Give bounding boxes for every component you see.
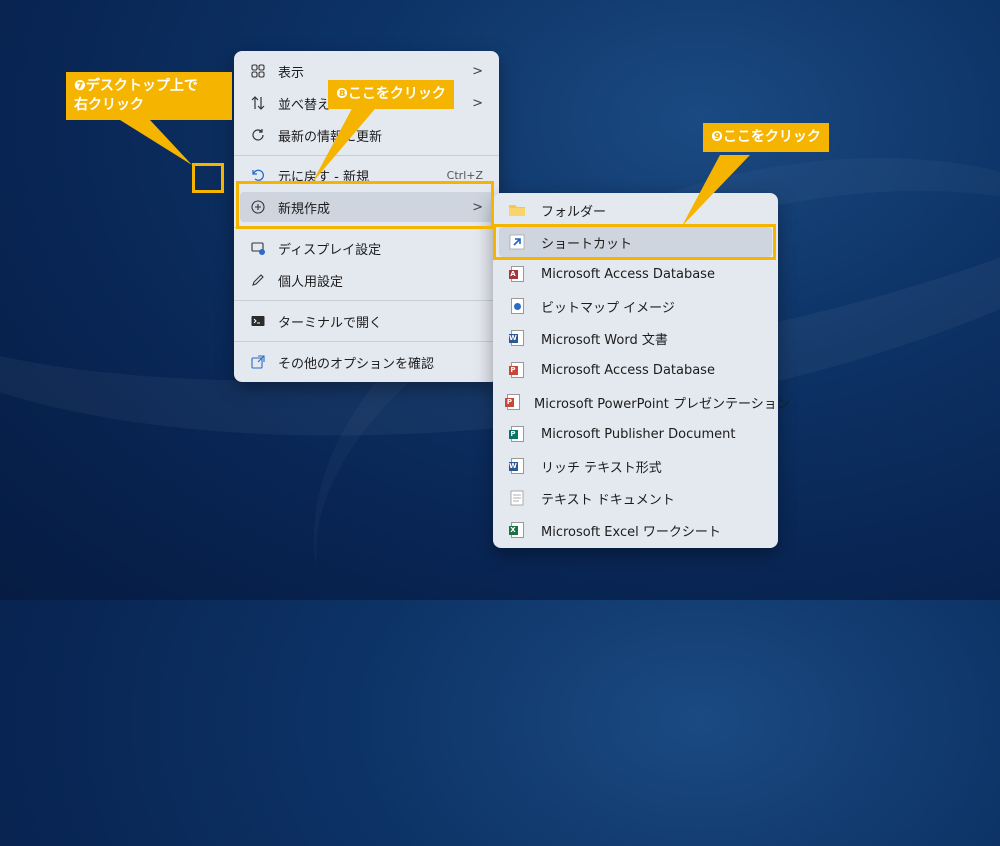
step7-pointer — [120, 120, 192, 165]
step7-target-box — [192, 163, 224, 193]
step9-highlight-box — [493, 224, 776, 260]
step9-pointer — [682, 155, 750, 226]
step7-callout: ❼デスクトップ上で 右クリック — [66, 72, 232, 120]
step7-line1: ❼デスクトップ上で — [74, 78, 198, 94]
step8-text: ❽ここをクリック — [336, 86, 446, 102]
step8-pointer — [312, 103, 380, 183]
step9-text: ❾ここをクリック — [711, 129, 821, 145]
step8-callout: ❽ここをクリック — [328, 80, 454, 109]
step8-highlight-box — [236, 181, 494, 229]
step7-line2: 右クリック — [74, 97, 144, 113]
step9-callout: ❾ここをクリック — [703, 123, 829, 152]
